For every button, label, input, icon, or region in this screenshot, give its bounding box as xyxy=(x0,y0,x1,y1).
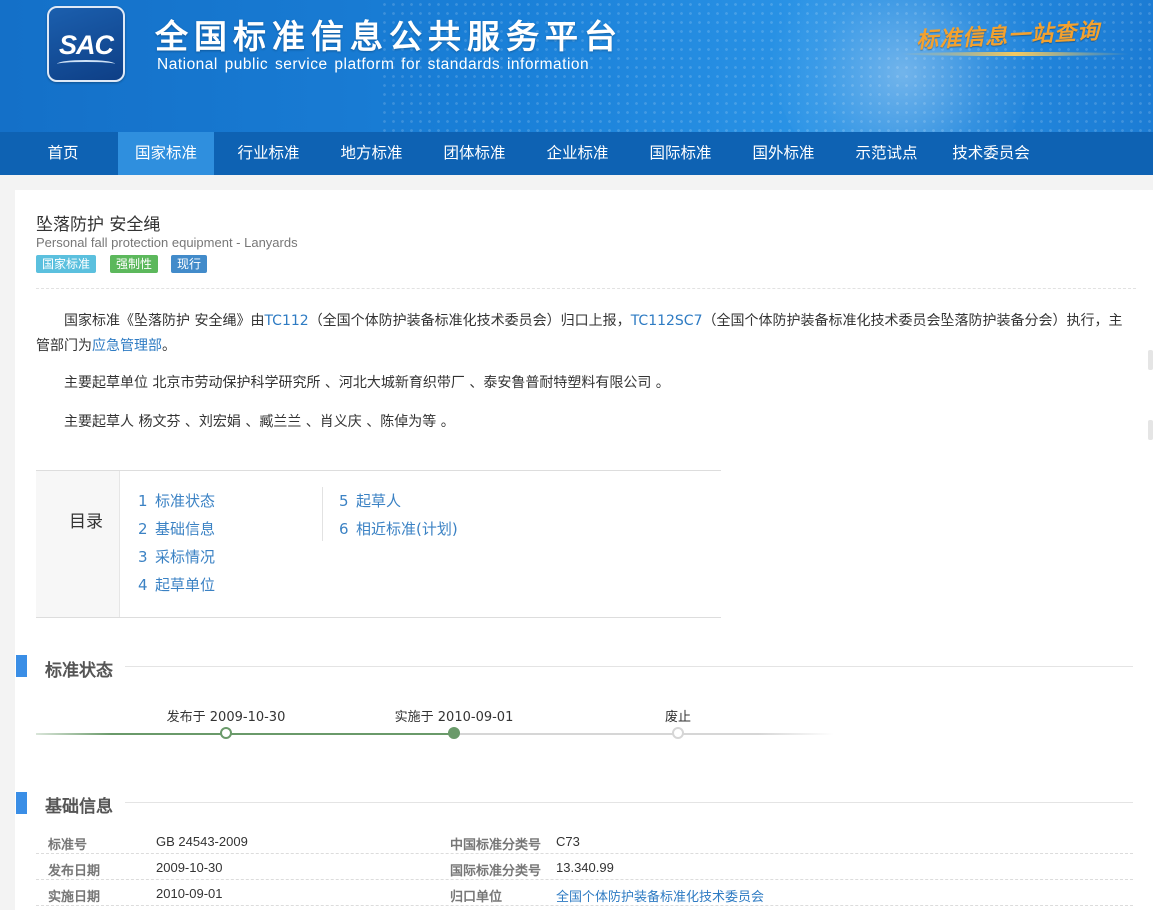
field-label: 归口单位 xyxy=(450,890,503,905)
timeline-published-label: 发布于 2009-10-30 xyxy=(166,710,286,725)
summary-text-end: 。 xyxy=(162,338,176,354)
nav-item-local-standards[interactable]: 地方标准 xyxy=(328,132,415,175)
timeline-abolished-label: 废止 xyxy=(664,710,692,725)
main-nav: 首页 国家标准 行业标准 地方标准 团体标准 企业标准 国际标准 国外标准 示范… xyxy=(0,132,1153,175)
timeline-implemented-label: 实施于 2010-09-01 xyxy=(394,710,514,725)
toc-divider xyxy=(322,487,323,541)
drafting-units-text: 主要起草单位 北京市劳动保护科学研究所 、河北大城新育织带厂 、泰安鲁普耐特塑料… xyxy=(64,375,670,391)
logo-text: SAC xyxy=(58,30,114,60)
committee-link[interactable]: 全国个体防护装备标准化技术委员会 xyxy=(556,886,764,905)
toc-item-drafting-units[interactable]: 4 起草单位 xyxy=(138,574,215,595)
badge-mandatory: 强制性 xyxy=(110,255,159,273)
toc-item-drafters[interactable]: 5 起草人 xyxy=(339,490,401,511)
nav-item-industry-standards[interactable]: 行业标准 xyxy=(225,132,312,175)
toc-item-status[interactable]: 1 标准状态 xyxy=(138,490,215,511)
standard-title: 坠落防护 安全绳 xyxy=(36,215,161,235)
nav-item-technical-committees[interactable]: 技术委员会 xyxy=(946,132,1036,175)
toc-item-text: 基础信息 xyxy=(155,520,216,538)
summary-paragraph: 国家标准《坠落防护 安全绳》由TC112（全国个体防护装备标准化技术委员会）归口… xyxy=(36,309,1136,359)
status-section-title: 标准状态 xyxy=(45,661,113,681)
nav-item-enterprise-standards[interactable]: 企业标准 xyxy=(534,132,621,175)
toc-label-box: 目录 xyxy=(36,471,120,617)
table-row: 标准号 GB 24543-2009 中国标准分类号 C73 xyxy=(36,828,1133,854)
section-marker xyxy=(16,655,27,677)
sac-logo[interactable]: SAC xyxy=(47,6,125,82)
timeline-track-pending xyxy=(454,733,834,735)
field-label: 实施日期 xyxy=(48,890,101,905)
divider xyxy=(36,288,1136,289)
section-marker xyxy=(16,792,27,814)
table-row: 发布日期 2009-10-30 国际标准分类号 13.340.99 xyxy=(36,854,1133,880)
nav-item-group-standards[interactable]: 团体标准 xyxy=(431,132,518,175)
nav-item-foreign-standards[interactable]: 国外标准 xyxy=(740,132,827,175)
section-rule xyxy=(125,802,1133,803)
drafters-text: 主要起草人 杨文芬 、刘宏娟 、臧兰兰 、肖义庆 、陈倬为等 。 xyxy=(64,414,455,430)
authority-link[interactable]: 应急管理部 xyxy=(92,338,162,354)
tc112sc7-link[interactable]: TC112SC7 xyxy=(631,313,703,329)
field-value: 2009-10-30 xyxy=(156,860,223,875)
toc-item-text: 采标情况 xyxy=(155,548,216,566)
timeline-implemented-dot xyxy=(448,727,460,739)
table-row: 实施日期 2010-09-01 归口单位 全国个体防护装备标准化技术委员会 xyxy=(36,880,1133,906)
summary-text-a: 国家标准《坠落防护 安全绳》由 xyxy=(64,313,265,329)
badge-national-standard: 国家标准 xyxy=(36,255,97,273)
site-subtitle: National public service platform for sta… xyxy=(157,56,590,73)
timeline-published-dot xyxy=(220,727,232,739)
site-header: SAC 全国标准信息公共服务平台 National public service… xyxy=(0,0,1153,132)
toc-label: 目录 xyxy=(69,512,103,532)
field-label: 中国标准分类号 xyxy=(450,838,542,853)
toc-item-text: 标准状态 xyxy=(155,492,216,510)
toc-item-num: 2 xyxy=(138,520,148,538)
section-rule xyxy=(125,666,1133,667)
toc-item-text: 起草单位 xyxy=(155,576,216,594)
toc-item-num: 3 xyxy=(138,548,148,566)
toc-item-num: 6 xyxy=(339,520,349,538)
nav-item-international-standards[interactable]: 国际标准 xyxy=(637,132,724,175)
toc-item-basic-info[interactable]: 2 基础信息 xyxy=(138,518,215,539)
field-value: C73 xyxy=(556,834,580,849)
field-label: 国际标准分类号 xyxy=(450,864,542,879)
timeline-abolished-dot xyxy=(672,727,684,739)
field-label: 发布日期 xyxy=(48,864,101,879)
nav-item-national-standards[interactable]: 国家标准 xyxy=(118,132,214,175)
toc-item-num: 4 xyxy=(138,576,148,594)
logo-swoosh xyxy=(57,60,115,68)
tc112-link[interactable]: TC112 xyxy=(264,313,308,329)
site-title: 全国标准信息公共服务平台 xyxy=(155,17,623,56)
toc-item-text: 起草人 xyxy=(356,492,402,510)
timeline-track-active xyxy=(36,733,454,735)
nav-item-pilot-demonstration[interactable]: 示范试点 xyxy=(843,132,930,175)
standard-title-en: Personal fall protection equipment - Lan… xyxy=(36,235,298,250)
drafting-units-paragraph: 主要起草单位 北京市劳动保护科学研究所 、河北大城新育织带厂 、泰安鲁普耐特塑料… xyxy=(36,371,1136,396)
table-of-contents: 目录 1 标准状态 2 基础信息 3 采标情况 4 起草单位 5 起草人 6 相近标准(计划… xyxy=(36,470,721,618)
basic-section-title: 基础信息 xyxy=(45,797,113,817)
toc-item-adoption[interactable]: 3 采标情况 xyxy=(138,546,215,567)
field-value: 2010-09-01 xyxy=(156,886,223,901)
slogan-underline xyxy=(900,52,1130,56)
field-value: GB 24543-2009 xyxy=(156,834,248,849)
toc-item-text: 相近标准(计划) xyxy=(356,520,458,538)
nav-item-home[interactable]: 首页 xyxy=(40,132,86,175)
standard-detail-panel: 坠落防护 安全绳 Personal fall protection equipm… xyxy=(15,190,1153,910)
field-value: 13.340.99 xyxy=(556,860,614,875)
field-label: 标准号 xyxy=(48,838,88,853)
toc-item-related-standards[interactable]: 6 相近标准(计划) xyxy=(339,518,458,539)
summary-text-b: （全国个体防护装备标准化技术委员会）归口上报， xyxy=(308,313,631,329)
badge-current: 现行 xyxy=(171,255,208,273)
scroll-edge xyxy=(1148,420,1153,440)
drafters-paragraph: 主要起草人 杨文芬 、刘宏娟 、臧兰兰 、肖义庆 、陈倬为等 。 xyxy=(36,410,1136,435)
scroll-edge xyxy=(1148,350,1153,370)
toc-item-num: 5 xyxy=(339,492,349,510)
toc-item-num: 1 xyxy=(138,492,148,510)
